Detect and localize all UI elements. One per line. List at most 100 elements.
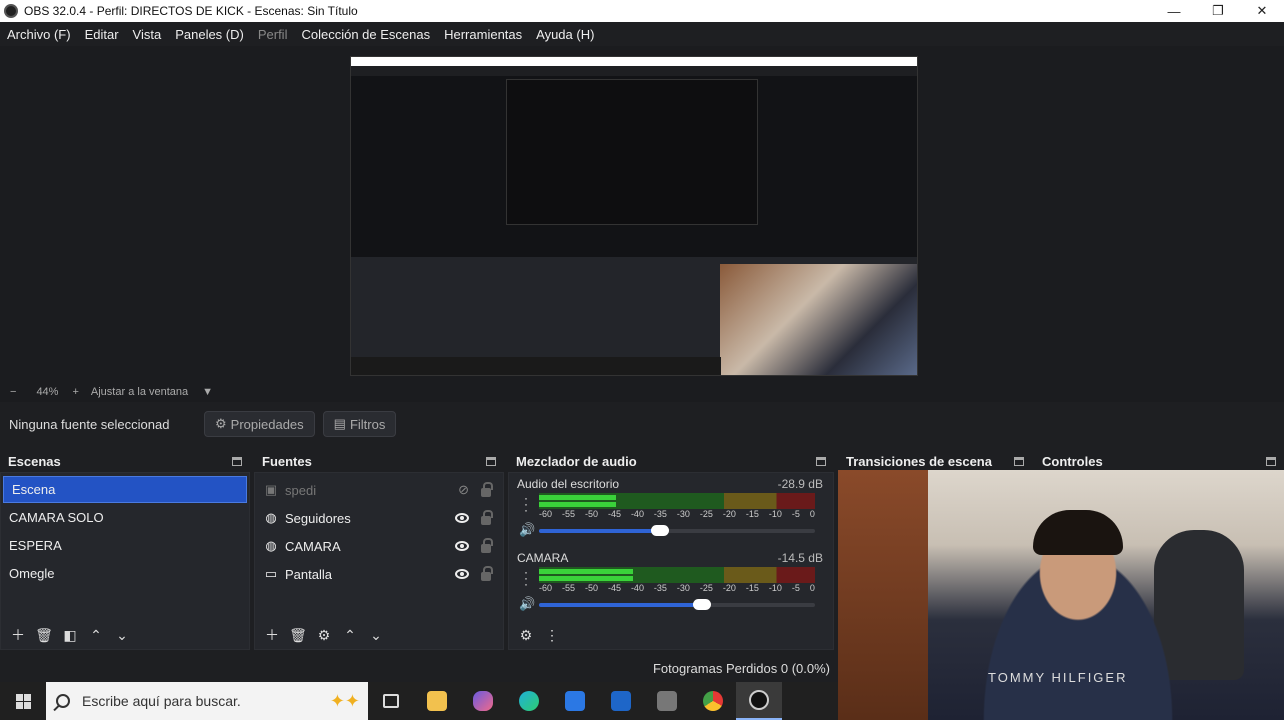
undock-icon[interactable] [1014,456,1024,466]
nested-preview [506,79,758,225]
fit-window-label[interactable]: Ajustar a la ventana [91,386,188,398]
source-item[interactable]: ▣ spedi ⊘ [255,476,503,504]
chrome-icon[interactable] [690,682,736,720]
undock-icon[interactable] [816,456,826,466]
scale-tick: -30 [676,583,690,593]
file-explorer-icon[interactable] [414,682,460,720]
windows-taskbar: Escribe aquí para buscar. ✦✦ [0,682,838,720]
source-label: CAMARA [285,538,341,554]
channel-db: -28.9 dB [777,477,823,491]
source-item[interactable]: ◍ Seguidores [255,504,503,532]
volume-meter [539,493,815,509]
menu-coleccion-escenas[interactable]: Colección de Escenas [294,27,437,42]
scale-tick: -15 [745,509,759,519]
obs-taskbar-icon[interactable] [736,682,782,720]
scene-item[interactable]: ESPERA [1,531,249,559]
eye-icon[interactable] [455,569,469,579]
scale-tick: -5 [791,583,800,593]
controls-header: Controles [1034,450,1284,472]
properties-button[interactable]: ⚙ Propiedades [204,411,315,437]
eye-icon[interactable] [455,541,469,551]
lock-icon[interactable] [481,538,493,553]
scale-tick: -20 [722,509,736,519]
gear-icon[interactable]: ⚙ [313,627,335,644]
source-label: spedi [285,482,317,498]
source-item[interactable]: ▭ Pantalla [255,560,503,588]
menu-vista[interactable]: Vista [126,27,169,42]
menu-editar[interactable]: Editar [78,27,126,42]
menu-paneles[interactable]: Paneles (D) [168,27,251,42]
windows-start-button[interactable] [0,682,46,720]
sparkle-icon: ✦✦ [329,690,360,711]
image-icon: ▣ [264,482,278,497]
task-view-icon[interactable] [368,682,414,720]
chevron-down-icon[interactable]: ▼ [202,386,213,398]
scale-tick: -55 [561,583,575,593]
filter-icon[interactable]: ◧ [59,627,81,644]
fader-knob[interactable] [651,525,670,536]
move-up-icon[interactable]: ⌃ [85,627,107,644]
volume-slider[interactable] [539,599,815,610]
fader-knob[interactable] [692,599,711,610]
scene-item[interactable]: CAMARA SOLO [1,503,249,531]
volume-slider[interactable] [539,525,815,536]
windows-logo-icon [15,693,31,709]
sources-toolbar: ＋ 🗑 ⚙ ⌃ ⌄ [255,621,503,649]
zoom-in-button[interactable]: + [72,386,78,398]
source-item[interactable]: ◍ CAMARA [255,532,503,560]
preview-canvas[interactable] [350,56,918,376]
zoom-out-button[interactable]: − [10,386,16,398]
filters-button[interactable]: ▤ Filtros [322,411,397,437]
copilot-icon[interactable] [460,682,506,720]
scale-tick: -5 [791,509,800,519]
menu-bar: Archivo (F) Editar Vista Paneles (D) Per… [0,22,1284,46]
eye-icon[interactable] [455,513,469,523]
source-label: Pantalla [285,566,332,582]
shirt-text: TOMMY HILFIGER [988,670,1128,685]
scale-tick: -10 [768,583,782,593]
menu-ayuda[interactable]: Ayuda (H) [529,27,601,42]
move-up-icon[interactable]: ⌃ [339,627,361,644]
eye-hidden-icon[interactable]: ⊘ [458,482,469,498]
undock-icon[interactable] [232,456,242,466]
add-icon[interactable]: ＋ [261,625,283,645]
menu-archivo[interactable]: Archivo (F) [0,27,78,42]
preview-area[interactable] [0,46,1284,382]
taskbar-search[interactable]: Escribe aquí para buscar. ✦✦ [46,682,368,720]
scale-tick: -55 [561,509,575,519]
scale-tick: 0 [809,583,815,593]
minimize-button[interactable]: — [1152,0,1196,22]
meter-scale: -60 -55 -50 -45 -40 -35 -30 -25 -20 -15 -10 -5 0 [539,509,815,519]
more-icon[interactable]: · · · [524,492,528,516]
edge-icon[interactable] [506,682,552,720]
trash-icon[interactable]: 🗑 [287,627,309,644]
sources-panel: ▣ spedi ⊘ ◍ Seguidores ◍ CAMARA ▭ Pantal… [254,472,504,650]
lock-icon[interactable] [481,482,493,497]
scale-tick: -25 [699,583,713,593]
close-button[interactable]: ✕ [1240,0,1284,22]
move-down-icon[interactable]: ⌄ [111,627,133,644]
more-icon[interactable]: ⋮ [541,627,563,644]
app-icon[interactable] [644,682,690,720]
browser-icon: ◍ [265,538,277,553]
trash-icon[interactable]: 🗑 [33,627,55,644]
scene-item[interactable]: Escena [3,476,247,503]
menu-herramientas[interactable]: Herramientas [437,27,529,42]
source-label: Seguidores [285,510,351,526]
undock-icon[interactable] [486,456,496,466]
scale-tick: -50 [584,509,598,519]
speaker-icon[interactable]: 🔊 [519,596,535,612]
lock-icon[interactable] [481,510,493,525]
move-down-icon[interactable]: ⌄ [365,627,387,644]
maximize-button[interactable]: ❐ [1196,0,1240,22]
add-icon[interactable]: ＋ [7,625,29,645]
store-icon[interactable] [552,682,598,720]
lock-icon[interactable] [481,566,493,581]
scene-item[interactable]: Omegle [1,559,249,587]
speaker-icon[interactable]: 🔊 [519,522,535,538]
more-icon[interactable]: · · · [524,566,528,590]
mixer-header: Mezclador de audio [508,450,834,472]
undock-icon[interactable] [1266,456,1276,466]
advanced-audio-icon[interactable]: ⚙ [515,627,537,644]
outlook-icon[interactable] [598,682,644,720]
